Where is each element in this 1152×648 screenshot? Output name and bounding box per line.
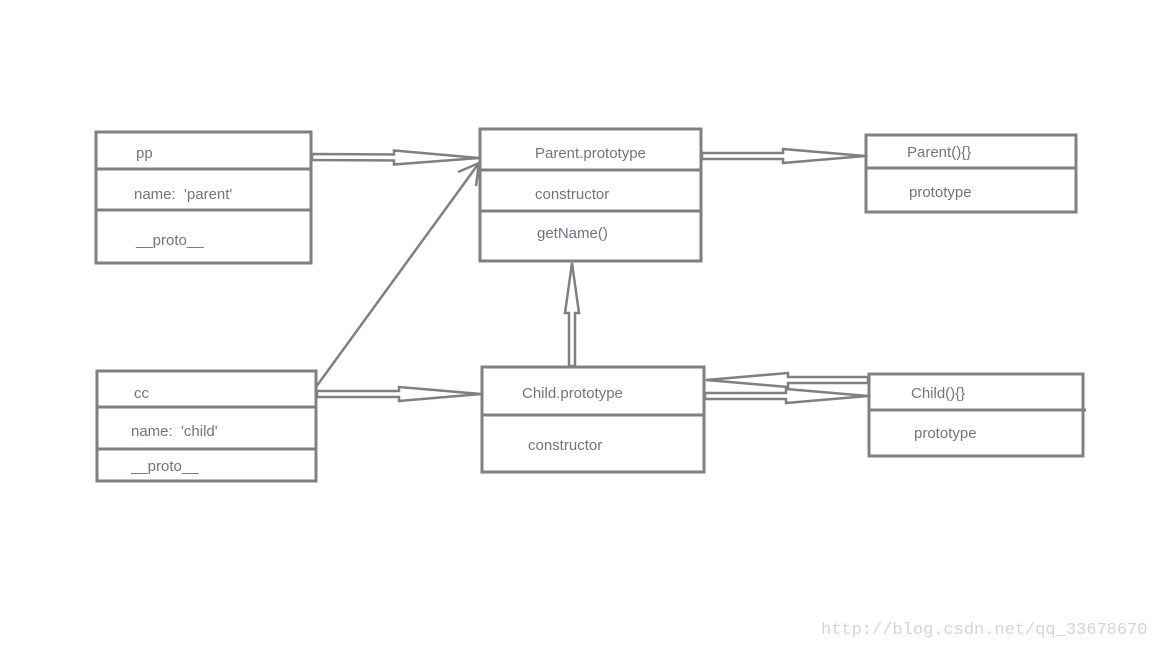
box-child-function [867, 372, 1086, 458]
parent-function-title: Parent(){} [907, 144, 971, 161]
prototype-chain-diagram: pp name: 'parent' __proto__ Parent.proto… [94, 127, 1147, 640]
arrow-child-prototype-to-parent-prototype [563, 262, 581, 368]
arrow-cc-to-child-prototype [315, 385, 482, 403]
child-function-title: Child(){} [911, 385, 965, 402]
parent-function-prototype: prototype [909, 184, 972, 201]
diagram-canvas: pp name: 'parent' __proto__ Parent.proto… [0, 0, 1152, 648]
child-function-prototype: prototype [914, 425, 977, 442]
cc-name-field: name: 'child' [131, 423, 218, 440]
parent-prototype-constructor: constructor [535, 186, 609, 203]
child-prototype-constructor: constructor [528, 437, 602, 454]
cc-title: cc [134, 385, 150, 402]
box-child-prototype [480, 365, 706, 474]
pp-name-field: name: 'parent' [134, 186, 232, 203]
arrow-pp-to-parent-prototype [310, 149, 480, 166]
pp-proto-field: __proto__ [135, 232, 204, 249]
parent-prototype-getname: getName() [537, 225, 608, 242]
arrow-child-function-to-child-prototype [705, 371, 870, 389]
watermark: http://blog.csdn.net/qq_33678670 [821, 621, 1147, 640]
pp-title: pp [136, 145, 153, 162]
parent-prototype-title: Parent.prototype [535, 145, 646, 162]
arrow-parent-prototype-to-parent-function [700, 147, 866, 165]
child-prototype-title: Child.prototype [522, 385, 623, 402]
arrow-child-prototype-to-child-function [703, 387, 869, 405]
cc-proto-field: __proto__ [130, 458, 199, 475]
arrow-cc-to-parent-prototype [314, 162, 481, 388]
